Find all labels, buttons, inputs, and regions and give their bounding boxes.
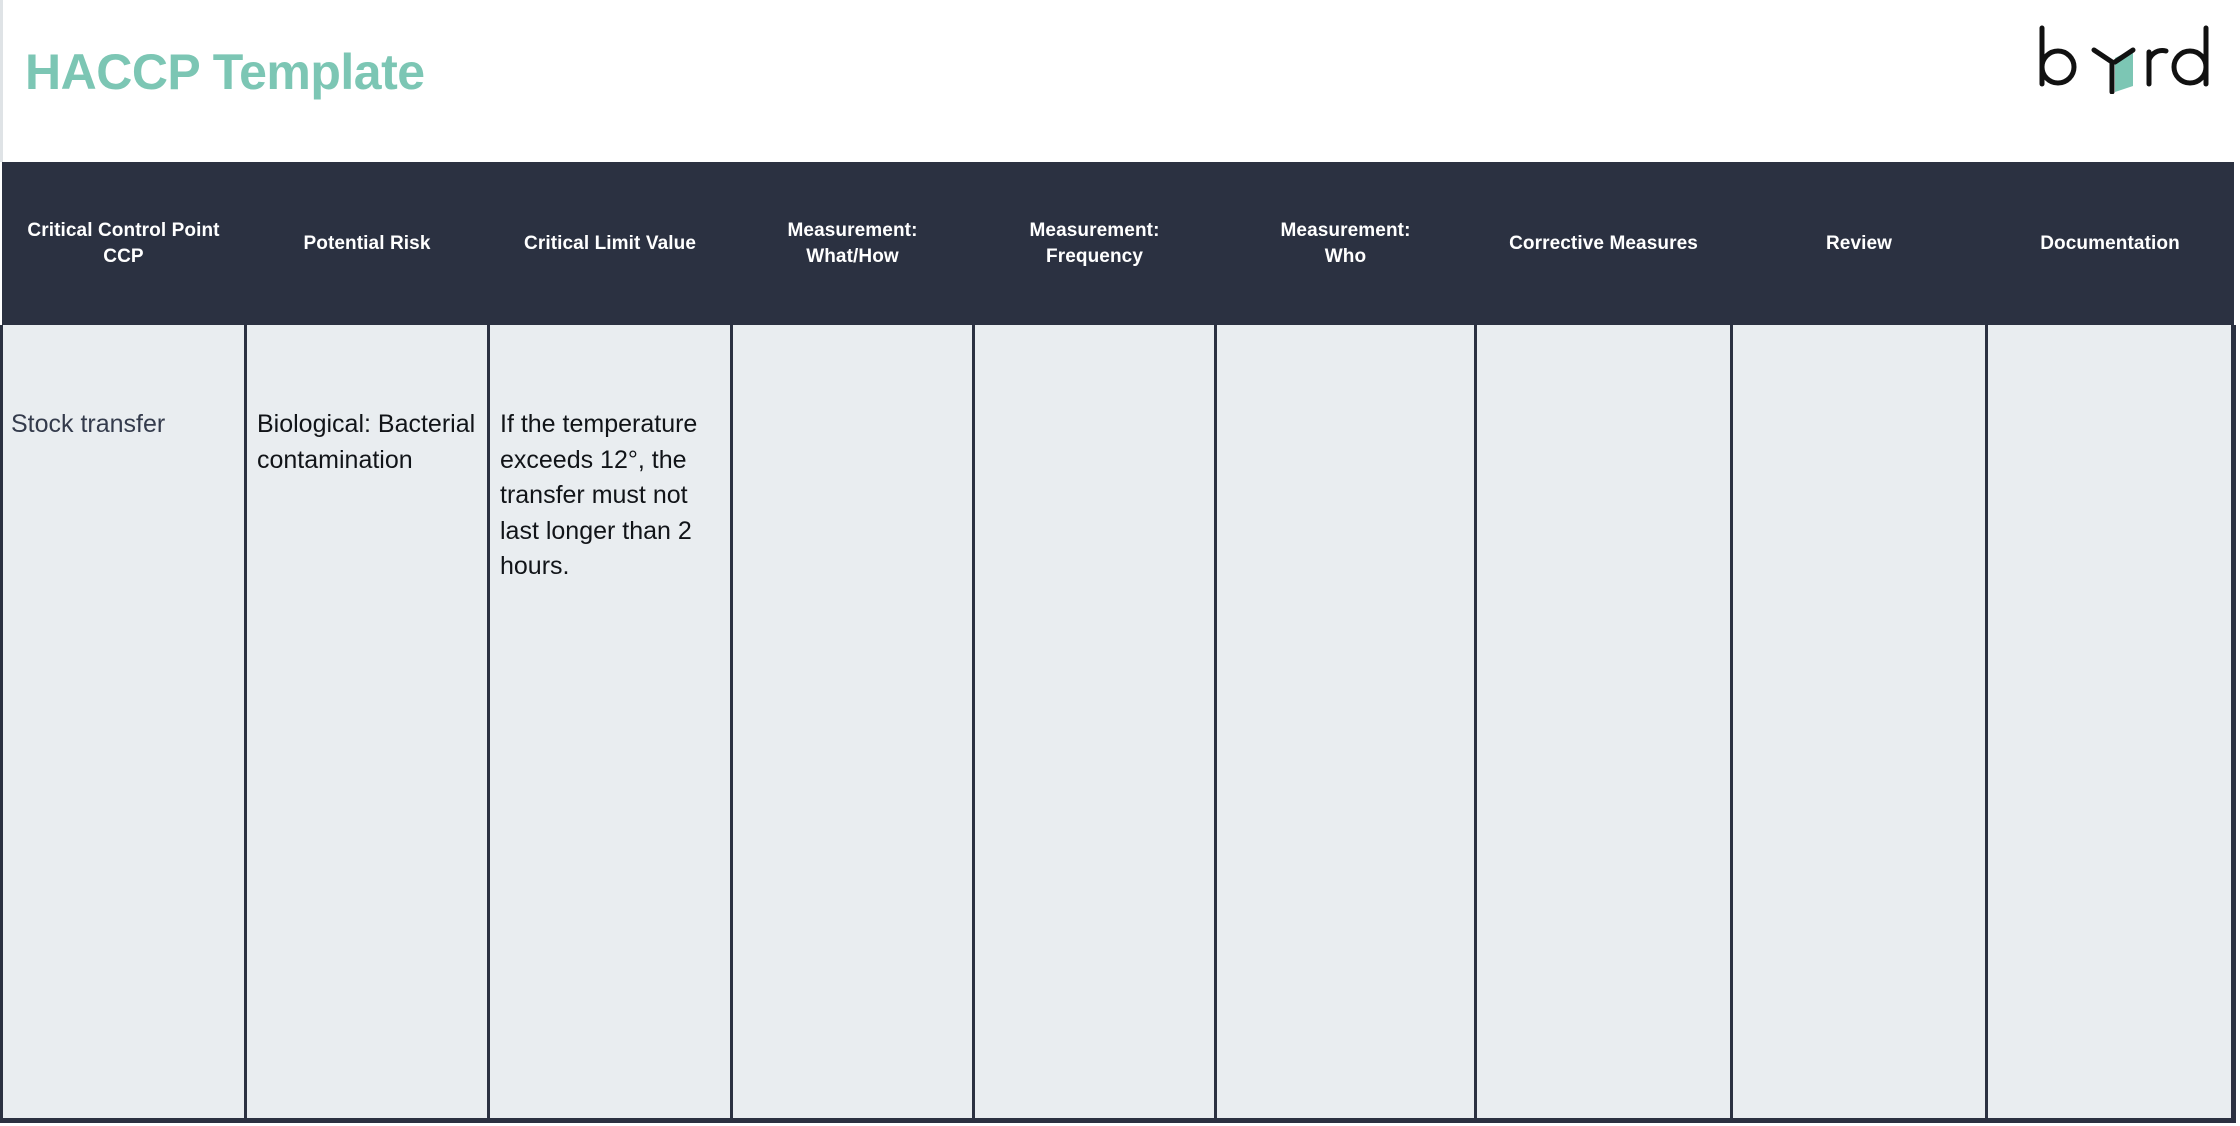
cell-measurement-what-how[interactable] <box>730 325 974 1123</box>
logo-letter-y-leaf <box>2091 47 2136 94</box>
cell-ccp[interactable]: Stock transfer <box>0 325 246 1123</box>
column-header-measurement-what-how: Measurement: What/How <box>731 162 974 325</box>
cell-measurement-who[interactable] <box>1214 325 1476 1123</box>
document-header: HACCP Template <box>0 0 2240 162</box>
byrd-logo <box>2036 22 2214 94</box>
column-header-measurement-who: Measurement: Who <box>1215 162 1476 325</box>
column-header-critical-limit-value: Critical Limit Value <box>488 162 732 325</box>
column-header-potential-risk: Potential Risk <box>245 162 489 325</box>
column-header-review: Review <box>1731 162 1987 325</box>
cell-critical-limit-value-text: If the temperature exceeds 12°, the tran… <box>500 410 698 580</box>
column-header-documentation: Documentation <box>1986 162 2234 325</box>
table-body: Stock transfer Biological: Bacterial con… <box>0 325 2236 1123</box>
haccp-table: Critical Control Point CCP Potential Risk… <box>0 162 2236 1123</box>
table-row: Stock transfer Biological: Bacterial con… <box>0 325 2236 1123</box>
haccp-template-page: HACCP Template Critical Control Point CC… <box>0 0 2240 1126</box>
cell-documentation[interactable] <box>1985 325 2236 1123</box>
cell-ccp-text: Stock transfer <box>11 410 166 438</box>
cell-measurement-frequency[interactable] <box>972 325 1216 1123</box>
cell-review[interactable] <box>1730 325 1987 1123</box>
table-header-row: Critical Control Point CCP Potential Risk… <box>1 162 2234 325</box>
cell-critical-limit-value[interactable]: If the temperature exceeds 12°, the tran… <box>487 325 732 1123</box>
logo-letter-r <box>2146 48 2169 87</box>
page-title: HACCP Template <box>25 44 425 100</box>
cell-corrective-measures[interactable] <box>1474 325 1732 1123</box>
column-header-ccp: Critical Control Point CCP <box>1 162 246 325</box>
table-header: Critical Control Point CCP Potential Risk… <box>1 162 2234 325</box>
cell-potential-risk[interactable]: Biological: Bacterial contamination <box>244 325 489 1123</box>
cell-potential-risk-text: Biological: Bacterial contamination <box>257 410 476 474</box>
logo-letter-b <box>2039 25 2077 87</box>
column-header-corrective-measures: Corrective Measures <box>1475 162 1732 325</box>
column-header-measurement-frequency: Measurement: Frequency <box>973 162 1216 325</box>
logo-letter-d <box>2171 25 2209 87</box>
